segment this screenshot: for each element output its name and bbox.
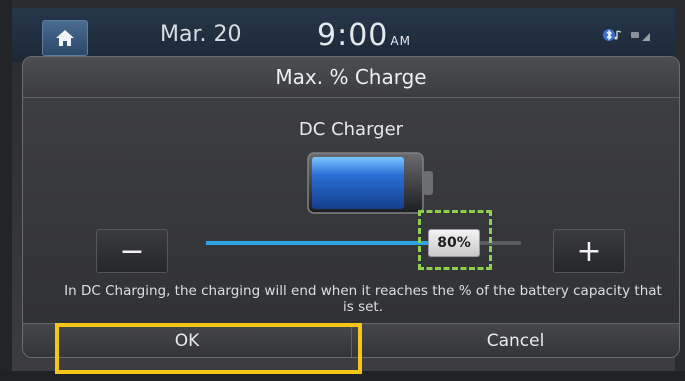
home-icon (56, 30, 74, 46)
home-button[interactable] (42, 20, 88, 56)
status-time-value: 9:00 (317, 18, 389, 53)
bluetooth-audio-icon (603, 29, 622, 41)
info-text: In DC Charging, the charging will end wh… (64, 283, 662, 315)
max-charge-dialog: Max. % Charge DC Charger − 80% + In DC C… (22, 56, 680, 358)
ok-button-highlight (55, 323, 362, 374)
status-time-ampm: AM (390, 34, 411, 48)
status-date: Mar. 20 (160, 22, 242, 47)
increase-button[interactable]: + (553, 229, 625, 273)
bezel-top (0, 0, 685, 8)
bezel-left (0, 0, 12, 381)
dialog-title: Max. % Charge (23, 57, 679, 98)
battery-icon (307, 152, 433, 214)
signal-icon (631, 32, 650, 41)
status-time: 9:00 AM (317, 18, 411, 53)
status-bar: Mar. 20 9:00 AM (12, 8, 675, 62)
cancel-button[interactable]: Cancel (352, 324, 679, 357)
decrease-button[interactable]: − (96, 229, 168, 273)
dc-charger-label: DC Charger (298, 119, 404, 140)
slider-value-highlight (418, 210, 492, 270)
status-icons (602, 28, 652, 42)
